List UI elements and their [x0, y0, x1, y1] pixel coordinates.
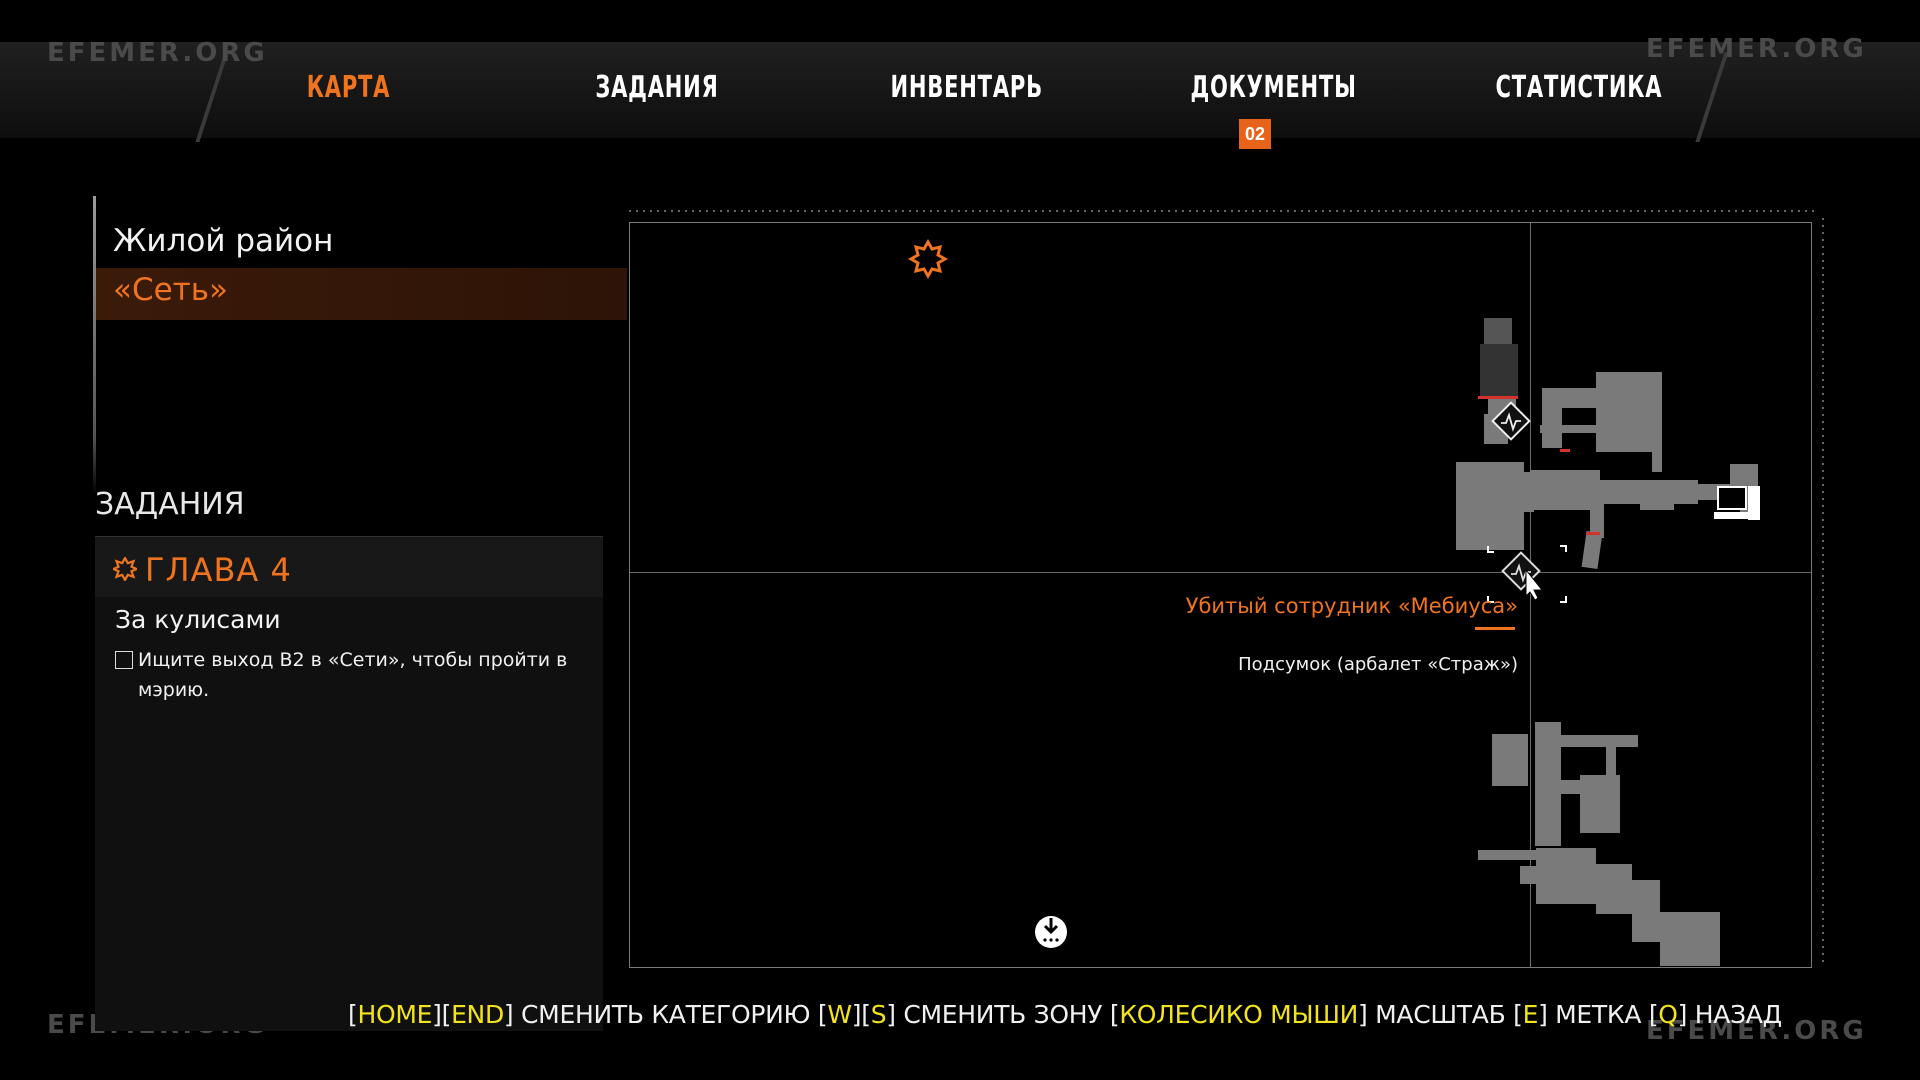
crosshair-horizontal [630, 572, 1811, 573]
watermark: EFEMER.ORG [1646, 34, 1867, 64]
documents-count-badge: 02 [1239, 119, 1271, 149]
map-selected-label: Убитый сотрудник «Мебиуса» [1185, 594, 1518, 618]
crosshair-vertical [1530, 223, 1531, 967]
map-selected-sublabel: Подсумок (арбалет «Страж») [1238, 654, 1518, 675]
hint-q[interactable]: [Q] НАЗАД [1649, 1000, 1782, 1029]
tab-statistics[interactable]: СТАТИСТИКА [1496, 70, 1663, 105]
objective-checkbox [115, 651, 133, 669]
decor-slash [1695, 52, 1729, 142]
map-ruler-top [629, 210, 1819, 212]
region-item-residential[interactable]: Жилой район [113, 223, 333, 259]
map-selected-underline [1475, 627, 1515, 630]
watermark: EFEMER.ORG [47, 38, 268, 68]
chapter-star-icon [113, 557, 137, 581]
tab-tasks[interactable]: ЗАДАНИЯ [595, 70, 718, 105]
region-item-network[interactable]: «Сеть» [113, 272, 228, 308]
chapter-title: ГЛАВА 4 [145, 551, 292, 589]
map-ruler-right [1822, 218, 1824, 963]
hint-e[interactable]: [E] МЕТКА [1513, 1000, 1649, 1029]
hint-mouse-wheel[interactable]: [КОЛЕСИКО МЫШИ] МАСШТАБ [1110, 1000, 1513, 1029]
controls-hint-bar: [HOME][END] СМЕНИТЬ КАТЕГОРИЮ [W][S] СМЕ… [348, 1000, 1782, 1029]
tasks-heading: ЗАДАНИЯ [95, 487, 245, 522]
hint-end[interactable]: [END] СМЕНИТЬ КАТЕГОРИЮ [442, 1000, 818, 1029]
quest-name: За кулисами [115, 605, 281, 634]
chapter-row[interactable]: ГЛАВА 4 [95, 537, 603, 597]
hint-w[interactable]: [W] [818, 1000, 862, 1029]
tab-documents[interactable]: ДОКУМЕНТЫ [1190, 70, 1356, 105]
hint-home[interactable]: [HOME] [348, 1000, 442, 1029]
tab-inventory[interactable]: ИНВЕНТАРЬ [890, 70, 1042, 105]
region-list-divider [93, 196, 96, 496]
objective-text: Ищите выход В2 в «Сети», чтобы пройти в … [138, 649, 568, 701]
tab-map[interactable]: КАРТА [307, 70, 390, 105]
quest-panel: ГЛАВА 4 За кулисами Ищите выход В2 в «Се… [95, 536, 603, 1031]
hint-s[interactable]: [S] СМЕНИТЬ ЗОНУ [861, 1000, 1110, 1029]
